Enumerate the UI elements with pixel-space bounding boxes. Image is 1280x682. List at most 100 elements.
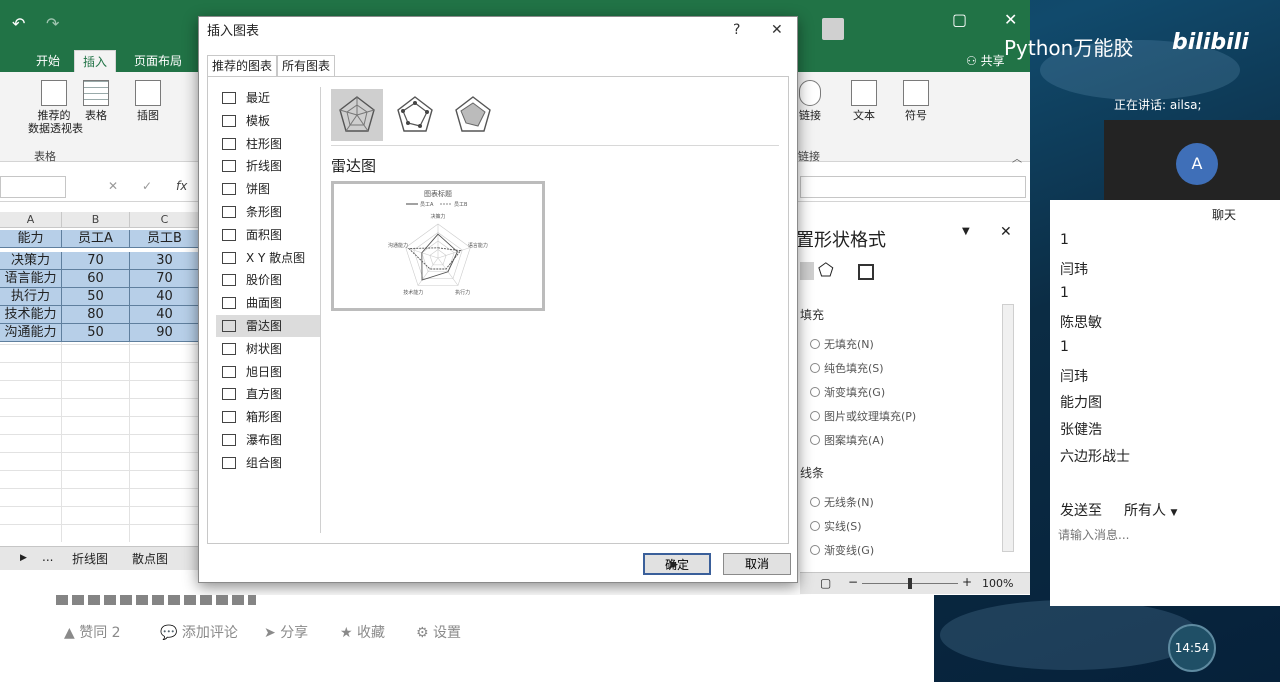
fill-option-gradient[interactable]: 渐变填充(G) — [810, 384, 885, 400]
tab-page-layout[interactable]: 页面布局 — [134, 50, 182, 72]
chat-input[interactable] — [1058, 524, 1272, 546]
chart-type-item[interactable]: 股价图 — [216, 269, 320, 291]
help-button[interactable]: ? — [733, 22, 740, 38]
zoom-out-icon[interactable]: − — [848, 575, 858, 589]
zoom-slider-thumb[interactable] — [908, 578, 912, 589]
size-properties-icon[interactable] — [858, 264, 874, 280]
pane-options-icon[interactable]: ▼ — [962, 226, 970, 237]
fill-line-icon[interactable] — [800, 262, 814, 280]
minimize-icon[interactable]: ▢ — [952, 10, 967, 29]
data-cell[interactable]: 70 — [62, 252, 130, 270]
tab-all-charts[interactable]: 所有图表 — [277, 55, 336, 77]
header-cell[interactable]: 能力 — [0, 230, 62, 248]
close-pane-icon[interactable]: ✕ — [1000, 224, 1012, 240]
chart-type-item[interactable]: 模板 — [216, 110, 320, 132]
fill-option-picture[interactable]: 图片或纹理填充(P) — [810, 408, 916, 424]
zoom-in-icon[interactable]: + — [962, 575, 972, 589]
formula-input[interactable] — [800, 176, 1026, 198]
settings-button[interactable]: ⚙ 设置 — [416, 622, 461, 642]
cancel-formula-icon[interactable]: ✕ — [108, 179, 118, 193]
upvote-button[interactable]: ▲ 赞同 2 — [64, 622, 121, 642]
fill-option-pattern[interactable]: 图案填充(A) — [810, 432, 884, 448]
more-sheets-button[interactable]: ... — [42, 550, 53, 564]
share-button[interactable]: ⚇ 共享 — [966, 50, 1005, 72]
scroll-tabs-right-icon[interactable]: ▶ — [20, 553, 27, 563]
data-cell[interactable]: 50 — [62, 324, 130, 342]
data-cell[interactable]: 90 — [130, 324, 200, 342]
data-cell[interactable]: 语言能力 — [0, 270, 62, 288]
send-to-dropdown[interactable]: 所有人 ▼ — [1124, 500, 1177, 520]
sheet-tab-scatter[interactable]: 散点图 — [132, 550, 168, 567]
chart-type-item[interactable]: 曲面图 — [216, 292, 320, 314]
enter-formula-icon[interactable]: ✓ — [142, 179, 152, 193]
chart-type-item[interactable]: 旭日图 — [216, 361, 320, 383]
line-option-solid[interactable]: 实线(S) — [810, 518, 862, 534]
line-option-gradient[interactable]: 渐变线(G) — [810, 542, 874, 558]
tab-recommended-charts[interactable]: 推荐的图表 — [207, 55, 278, 77]
radar-variant-basic[interactable] — [331, 89, 383, 141]
illustrations-button[interactable]: 插图 — [132, 80, 164, 122]
chart-type-item[interactable]: 最近 — [216, 87, 320, 109]
chart-type-item[interactable]: 饼图 — [216, 178, 320, 200]
header-cell[interactable]: 员工A — [62, 230, 130, 248]
chart-type-item[interactable]: 树状图 — [216, 338, 320, 360]
column-header-c[interactable]: C — [130, 212, 200, 228]
data-cell[interactable]: 40 — [130, 306, 200, 324]
data-cell[interactable]: 技术能力 — [0, 306, 62, 324]
redo-icon[interactable]: ↷ — [46, 14, 59, 33]
fx-icon[interactable]: fx — [176, 179, 187, 193]
fill-option-none[interactable]: 无填充(N) — [810, 336, 874, 352]
column-header-a[interactable]: A — [0, 212, 62, 228]
collapse-ribbon-icon[interactable]: ︿ — [1012, 150, 1022, 165]
data-cell[interactable]: 80 — [62, 306, 130, 324]
data-cell[interactable]: 60 — [62, 270, 130, 288]
chart-type-item[interactable]: 直方图 — [216, 383, 320, 405]
symbol-button[interactable]: 符号 — [898, 80, 934, 122]
tab-insert[interactable]: 插入 — [74, 50, 117, 72]
close-window-icon[interactable]: ✕ — [1004, 10, 1017, 29]
dialog-close-button[interactable]: ✕ — [771, 22, 783, 38]
user-icon[interactable] — [822, 18, 844, 40]
data-cell[interactable]: 50 — [62, 288, 130, 306]
chart-type-item[interactable]: 组合图 — [216, 452, 320, 474]
fill-section-label[interactable]: 填充 — [800, 306, 824, 323]
pentagon-effects-icon[interactable]: ⬠ — [818, 260, 834, 281]
data-cell[interactable]: 40 — [130, 288, 200, 306]
table-button[interactable]: 表格 — [80, 80, 112, 122]
page-view-icon[interactable]: ▢ — [820, 576, 831, 590]
chart-type-item[interactable]: 雷达图 — [216, 315, 320, 337]
chart-type-item[interactable]: 折线图 — [216, 155, 320, 177]
pane-scrollbar[interactable] — [1002, 304, 1014, 552]
empty-grid-area[interactable] — [0, 342, 200, 542]
radar-variant-filled[interactable] — [447, 89, 499, 141]
line-option-none[interactable]: 无线条(N) — [810, 494, 874, 510]
data-cell[interactable]: 执行力 — [0, 288, 62, 306]
link-button[interactable]: 链接 — [798, 80, 822, 122]
data-cell[interactable]: 30 — [130, 252, 200, 270]
data-cell[interactable]: 70 — [130, 270, 200, 288]
header-cell[interactable]: 员工B — [130, 230, 200, 248]
text-button[interactable]: 文本 — [846, 80, 882, 122]
radar-variant-markers[interactable] — [389, 89, 441, 141]
recommended-pivot-button[interactable]: 推荐的 数据透视表 — [28, 80, 83, 135]
chart-type-item[interactable]: 箱形图 — [216, 406, 320, 428]
chart-preview[interactable]: 图表标题 员工A 员工B 决策力 语言能力 执行力 技术能力 沟通能力 — [331, 181, 545, 311]
tab-home[interactable]: 开始 — [36, 50, 60, 72]
chart-type-item[interactable]: X Y 散点图 — [216, 247, 320, 269]
name-box[interactable] — [0, 176, 66, 198]
undo-icon[interactable]: ↶ — [12, 14, 25, 33]
chart-type-item[interactable]: 柱形图 — [216, 133, 320, 155]
cancel-button[interactable]: 取消 — [723, 553, 791, 575]
fill-option-solid[interactable]: 纯色填充(S) — [810, 360, 884, 376]
data-cell[interactable]: 决策力 — [0, 252, 62, 270]
comment-button[interactable]: 💬 添加评论 — [160, 622, 238, 642]
chart-type-item[interactable]: 瀑布图 — [216, 429, 320, 451]
chart-type-item[interactable]: 面积图 — [216, 224, 320, 246]
data-cell[interactable]: 沟通能力 — [0, 324, 62, 342]
chart-type-item[interactable]: 条形图 — [216, 201, 320, 223]
line-section-label[interactable]: 线条 — [800, 464, 824, 481]
zoom-level[interactable]: 100% — [982, 577, 1013, 590]
share-article-button[interactable]: ➤ 分享 — [264, 622, 308, 642]
sheet-tab-line[interactable]: 折线图 — [72, 550, 108, 567]
column-header-b[interactable]: B — [62, 212, 130, 228]
